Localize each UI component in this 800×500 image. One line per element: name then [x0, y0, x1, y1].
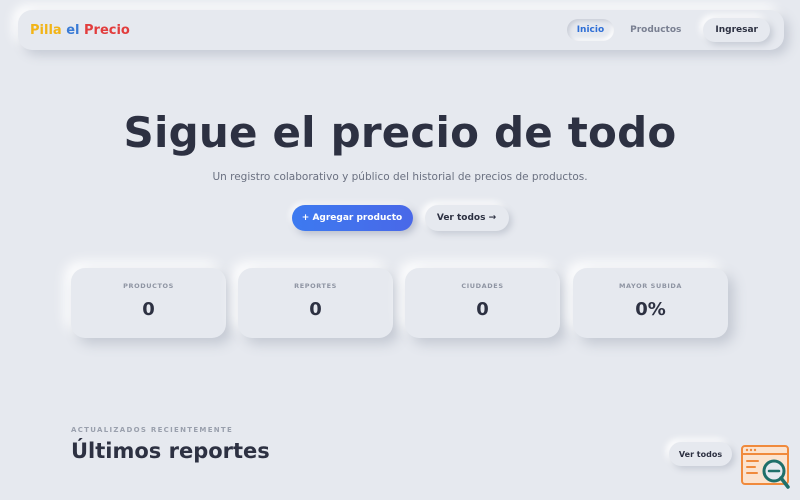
- stat-card-productos: PRODUCTOS 0: [71, 268, 226, 338]
- browser-search-icon[interactable]: [740, 445, 792, 491]
- navbar: Pilla el Precio Inicio Productos Ingresa…: [18, 10, 784, 50]
- hero-title: Sigue el precio de todo: [123, 108, 677, 157]
- logo-word-pilla: Pilla: [30, 22, 62, 38]
- stat-value: 0: [476, 299, 489, 320]
- nav-link-productos[interactable]: Productos: [620, 19, 691, 41]
- stat-card-ciudades: CIUDADES 0: [405, 268, 560, 338]
- stat-label: REPORTES: [294, 282, 337, 290]
- site-logo[interactable]: Pilla el Precio: [30, 23, 130, 38]
- stat-card-reportes: REPORTES 0: [238, 268, 393, 338]
- stat-value: 0: [142, 299, 155, 320]
- stat-card-mayor-subida: MAYOR SUBIDA 0%: [573, 268, 728, 338]
- stat-label: PRODUCTOS: [123, 282, 174, 290]
- hero-subtitle: Un registro colaborativo y público del h…: [212, 171, 588, 183]
- stat-label: MAYOR SUBIDA: [618, 282, 683, 290]
- view-all-button[interactable]: Ver todos →: [424, 205, 509, 231]
- stat-value: 0%: [635, 299, 666, 320]
- hero-actions: + Agregar producto Ver todos →: [0, 205, 800, 231]
- nav-link-inicio[interactable]: Inicio: [567, 19, 614, 41]
- section-title: Últimos reportes: [71, 439, 270, 463]
- add-product-button[interactable]: + Agregar producto: [291, 205, 413, 231]
- logo-word-precio: Precio: [84, 22, 130, 38]
- logo-word-el: el: [66, 22, 80, 38]
- browser-search-icon-svg: [741, 445, 790, 489]
- stat-label: CIUDADES: [461, 282, 504, 290]
- view-all-reports-button[interactable]: Ver todos: [669, 442, 732, 466]
- login-button[interactable]: Ingresar: [703, 18, 770, 42]
- section-eyebrow: ACTUALIZADOS RECIENTEMENTE: [71, 426, 234, 434]
- stat-value: 0: [309, 299, 322, 320]
- nav-menu: Inicio Productos Ingresar: [567, 18, 770, 42]
